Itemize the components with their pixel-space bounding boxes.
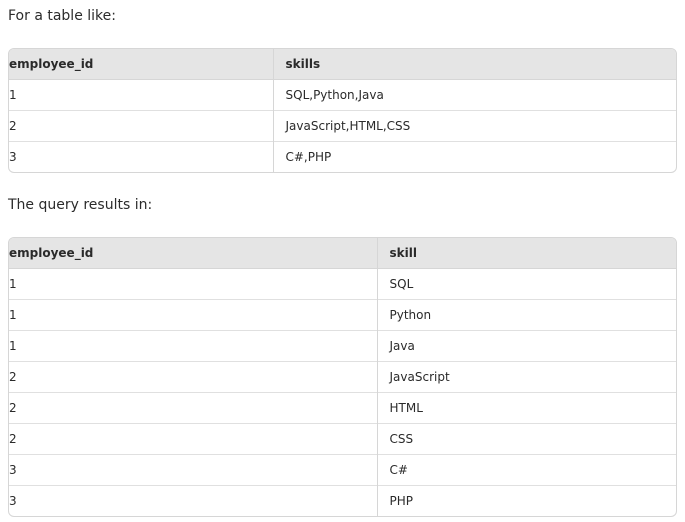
table-row: 3 PHP xyxy=(9,485,676,516)
cell-skill: PHP xyxy=(376,485,676,516)
table-row: 2 HTML xyxy=(9,392,676,424)
cell-employee-id: 2 xyxy=(9,392,377,424)
cell-skills: JavaScript,HTML,CSS xyxy=(272,110,676,142)
cell-employee-id: 3 xyxy=(9,485,377,516)
cell-skill: JavaScript xyxy=(376,361,676,393)
input-table: employee_id skills 1 SQL,Python,Java 2 J… xyxy=(8,48,677,173)
cell-skill: CSS xyxy=(376,423,676,455)
intro-text: For a table like: xyxy=(8,8,116,24)
column-header-employee-id: employee_id xyxy=(9,238,377,269)
table-row: 1 SQL,Python,Java xyxy=(9,79,676,111)
cell-employee-id: 2 xyxy=(9,110,273,142)
cell-skills: SQL,Python,Java xyxy=(272,79,676,111)
table-row: 1 SQL xyxy=(9,268,676,300)
cell-employee-id: 1 xyxy=(9,277,17,291)
table-header-row: employee_id skills xyxy=(9,49,676,80)
cell-skills: C#,PHP xyxy=(272,141,676,172)
cell-skill: Python xyxy=(376,299,676,331)
table-row: 2 CSS xyxy=(9,423,676,455)
table-row: 1 Python xyxy=(9,299,676,331)
column-header-skills: skills xyxy=(272,49,676,80)
column-header-employee-id: employee_id xyxy=(9,49,273,80)
cell-employee-id: 1 xyxy=(9,299,377,331)
table-row: 1 Java xyxy=(9,330,676,362)
cell-employee-id: 2 xyxy=(9,361,377,393)
output-table: employee_id skill 1 SQL 1 Python 1 Java … xyxy=(8,237,677,517)
cell-employee-id: 2 xyxy=(9,423,377,455)
table-row: 3 C# xyxy=(9,454,676,486)
table-row: 3 C#,PHP xyxy=(9,141,676,172)
table-header-row: employee_id skill xyxy=(9,238,676,269)
table-row: 2 JavaScript,HTML,CSS xyxy=(9,110,676,142)
cell-skill: SQL xyxy=(376,268,676,300)
cell-employee-id: 1 xyxy=(9,330,377,362)
cell-skill: HTML xyxy=(376,392,676,424)
cell-skill: Java xyxy=(376,330,676,362)
cell-employee-id: 1 xyxy=(9,88,17,102)
cell-employee-id: 3 xyxy=(9,454,377,486)
cell-skill: C# xyxy=(376,454,676,486)
outro-text: The query results in: xyxy=(8,197,153,213)
table-row: 2 JavaScript xyxy=(9,361,676,393)
column-header-skill: skill xyxy=(376,238,676,269)
cell-employee-id: 3 xyxy=(9,141,273,172)
